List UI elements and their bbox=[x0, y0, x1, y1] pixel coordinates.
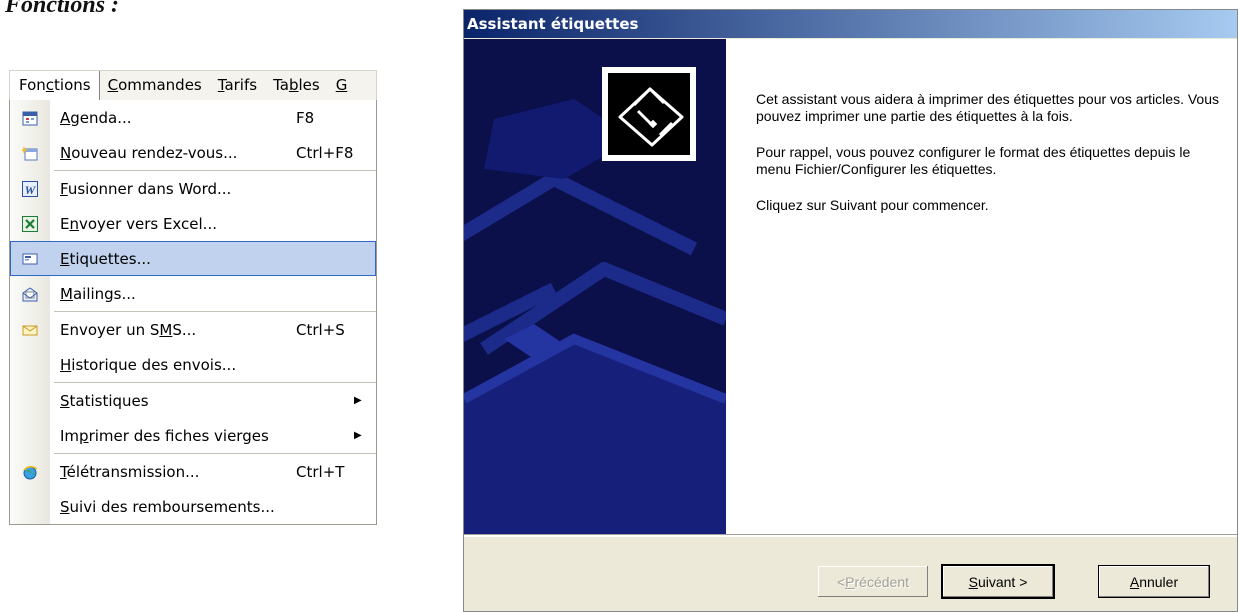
wizard-intro-text: Cet assistant vous aidera à imprimer des… bbox=[756, 91, 1226, 233]
button-separator bbox=[464, 534, 1237, 537]
word-icon: W bbox=[10, 171, 50, 206]
envelope-icon bbox=[10, 312, 50, 347]
svg-text:W: W bbox=[25, 183, 37, 197]
document-heading: Fonctions : bbox=[5, 0, 120, 18]
dialog-body: Cet assistant vous aidera à imprimer des… bbox=[464, 39, 1237, 534]
assistant-etiquettes-dialog: Assistant étiquettes Cet assistant vous … bbox=[463, 9, 1238, 612]
labels-icon bbox=[10, 241, 50, 276]
shortcut-label: Ctrl+S bbox=[296, 320, 345, 339]
functions-menu-area: Fonctions Commandes Tarifs Tables G Agen… bbox=[9, 70, 377, 525]
menu-item-envoyer-excel[interactable]: Envoyer vers Excel... bbox=[10, 206, 376, 241]
printer-icon bbox=[602, 67, 696, 161]
menu-item-suivi-remboursements[interactable]: Suivi des remboursements... bbox=[10, 489, 376, 524]
menu-item-envoyer-sms[interactable]: Envoyer un SMS... Ctrl+S bbox=[10, 312, 376, 347]
menubar-item-commandes[interactable]: Commandes bbox=[100, 71, 210, 100]
next-button[interactable]: Suivant > bbox=[941, 564, 1055, 599]
menubar-item-tarifs[interactable]: Tarifs bbox=[210, 71, 265, 100]
config-paragraph: Pour rappel, vous pouvez configurer le f… bbox=[756, 144, 1191, 177]
start-paragraph: Cliquez sur Suivant pour commencer. bbox=[756, 197, 989, 213]
menu-item-historique[interactable]: Historique des envois... bbox=[10, 347, 376, 382]
menu-item-nouveau-rdv[interactable]: Nouveau rendez-vous... Ctrl+F8 bbox=[10, 135, 376, 170]
shortcut-label: F8 bbox=[296, 108, 315, 127]
submenu-arrow-icon: ▶ bbox=[354, 430, 362, 441]
menubar-item-fonctions[interactable]: Fonctions bbox=[10, 71, 100, 100]
menu-item-imprimer-fiches[interactable]: Imprimer des fiches vierges ▶ bbox=[10, 418, 376, 453]
menubar-item-tables[interactable]: Tables bbox=[265, 71, 328, 100]
dialog-title: Assistant étiquettes bbox=[464, 10, 1237, 38]
shortcut-label: Ctrl+T bbox=[296, 462, 345, 481]
new-appointment-icon bbox=[10, 135, 50, 170]
submenu-arrow-icon: ▶ bbox=[354, 395, 362, 406]
cancel-button[interactable]: Annuler bbox=[1098, 565, 1210, 598]
menu-item-statistiques[interactable]: Statistiques ▶ bbox=[10, 383, 376, 418]
excel-icon bbox=[10, 206, 50, 241]
menubar: Fonctions Commandes Tarifs Tables G bbox=[9, 70, 377, 100]
wizard-side-panel bbox=[464, 39, 726, 534]
menu-item-agenda[interactable]: Agenda... F8 bbox=[10, 100, 376, 135]
previous-button[interactable]: < Précédent bbox=[817, 565, 929, 598]
menu-item-fusionner-word[interactable]: W Fusionner dans Word... bbox=[10, 171, 376, 206]
menu-item-mailings[interactable]: Mailings... bbox=[10, 276, 376, 311]
menu-item-etiquettes[interactable]: Etiquettes... bbox=[10, 241, 376, 276]
fonctions-dropdown: Agenda... F8 Nouveau rendez-vous... Ctrl… bbox=[9, 100, 377, 525]
intro-paragraph: Cet assistant vous aidera à imprimer des… bbox=[756, 91, 1219, 124]
menu-item-teletransmission[interactable]: Télétransmission... Ctrl+T bbox=[10, 454, 376, 489]
shortcut-label: Ctrl+F8 bbox=[296, 143, 354, 162]
calendar-icon bbox=[10, 100, 50, 135]
globe-icon bbox=[10, 454, 50, 489]
mailing-icon bbox=[10, 276, 50, 311]
menubar-item-truncated[interactable]: G bbox=[328, 71, 356, 100]
